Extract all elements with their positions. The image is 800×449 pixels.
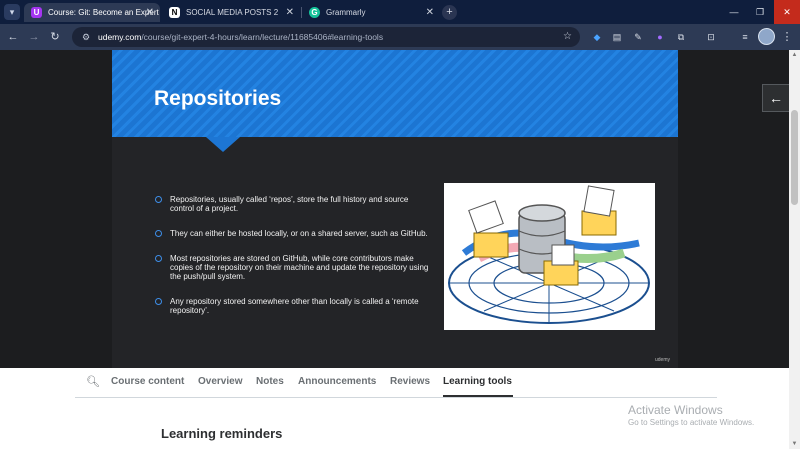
sidebar-toggle-arrow-icon[interactable]: ← [762, 84, 790, 112]
slide-bullet-list: Repositories, usually called ‘repos’, st… [154, 195, 434, 330]
extension-pen-icon[interactable]: ✎ [631, 30, 645, 44]
tab-announcements[interactable]: Announcements [298, 376, 376, 387]
learning-reminders-heading: Learning reminders [161, 426, 283, 441]
extension-notes-icon[interactable]: ▤ [610, 30, 624, 44]
restore-icon[interactable]: ❐ [747, 0, 773, 24]
tab-bar: ▾ U Course: Git: Become an Expert ✕ N SO… [0, 0, 800, 24]
tab-grammarly[interactable]: G Grammarly ✕ [302, 3, 440, 22]
url-host: udemy.com [98, 32, 142, 42]
browser-toolbar: ← → ↻ ⚙ udemy.com/course/git-expert-4-ho… [0, 24, 800, 50]
browser-menu-icon[interactable]: ⋮ [780, 28, 794, 46]
tab-learning-tools[interactable]: Learning tools [443, 376, 512, 387]
udemy-watermark: udemy [655, 357, 671, 363]
repository-network-illustration [448, 185, 650, 324]
window-close-icon[interactable]: ✕ [774, 0, 800, 24]
url-text: udemy.com/course/git-expert-4-hours/lear… [98, 27, 383, 47]
scrollbar-thumb[interactable] [791, 110, 798, 205]
reading-list-icon[interactable]: ≡ [738, 30, 752, 44]
back-arrow-icon[interactable]: ← [4, 28, 22, 46]
site-info-icon[interactable]: ⚙ [80, 31, 92, 43]
activate-windows-subtitle: Go to Settings to activate Windows. [628, 418, 755, 427]
new-tab-plus-icon[interactable]: + [442, 5, 457, 20]
screenshot-icon[interactable]: ⊡ [704, 30, 718, 44]
tab-notes[interactable]: Notes [256, 376, 284, 387]
tab-course[interactable]: U Course: Git: Become an Expert ✕ [24, 3, 160, 22]
close-tab-icon[interactable]: ✕ [286, 3, 294, 22]
udemy-favicon-icon: U [31, 7, 42, 18]
repository-illustration [444, 183, 655, 330]
scroll-down-icon[interactable]: ▼ [791, 441, 798, 447]
grammarly-favicon-icon: G [309, 7, 320, 18]
bookmark-star-icon[interactable]: ☆ [563, 27, 572, 47]
minimize-icon[interactable]: — [721, 0, 747, 24]
slide-bullet: They can either be hosted locally, or on… [154, 229, 434, 238]
search-icon[interactable]: 🔍︎ [86, 375, 100, 388]
url-path: /course/git-expert-4-hours/learn/lecture… [141, 32, 384, 42]
page-scrollbar[interactable]: ▲ ▼ [789, 50, 800, 449]
forward-arrow-icon[interactable]: → [25, 28, 43, 46]
lecture-slide: Repositories Repositories, usually calle… [112, 50, 678, 368]
slide-header-notch [206, 137, 240, 152]
tab-course-content[interactable]: Course content [111, 376, 184, 387]
scroll-up-icon[interactable]: ▲ [791, 52, 798, 58]
extension-circle-icon[interactable]: ● [653, 30, 667, 44]
tab-reviews[interactable]: Reviews [390, 376, 430, 387]
tab-title: SOCIAL MEDIA POSTS 2 [186, 8, 279, 17]
tabs-divider [75, 397, 717, 398]
slide-title: Repositories [154, 87, 282, 110]
slide-bullet: Any repository stored somewhere other th… [154, 297, 434, 315]
slide-bullet: Repositories, usually called ‘repos’, st… [154, 195, 434, 213]
slide-bullet: Most repositories are stored on GitHub, … [154, 254, 434, 281]
tab-overview[interactable]: Overview [198, 376, 242, 387]
tab-search-icon[interactable]: ▾ [4, 4, 20, 20]
address-bar[interactable]: ⚙ udemy.com/course/git-expert-4-hours/le… [72, 27, 580, 47]
notion-favicon-icon: N [169, 7, 180, 18]
close-tab-icon[interactable]: ✕ [426, 3, 434, 22]
reload-icon[interactable]: ↻ [46, 28, 64, 46]
tab-title: Grammarly [326, 8, 366, 17]
profile-avatar[interactable] [758, 28, 775, 45]
tab-social-media[interactable]: N SOCIAL MEDIA POSTS 2 ✕ [162, 3, 300, 22]
close-tab-icon[interactable]: ✕ [146, 3, 154, 22]
tab-title: Course: Git: Become an Expert [48, 8, 159, 17]
activate-windows-title: Activate Windows [628, 403, 723, 417]
extension-shield-icon[interactable]: ◆ [590, 30, 604, 44]
extensions-puzzle-icon[interactable]: ⧉ [674, 30, 688, 44]
